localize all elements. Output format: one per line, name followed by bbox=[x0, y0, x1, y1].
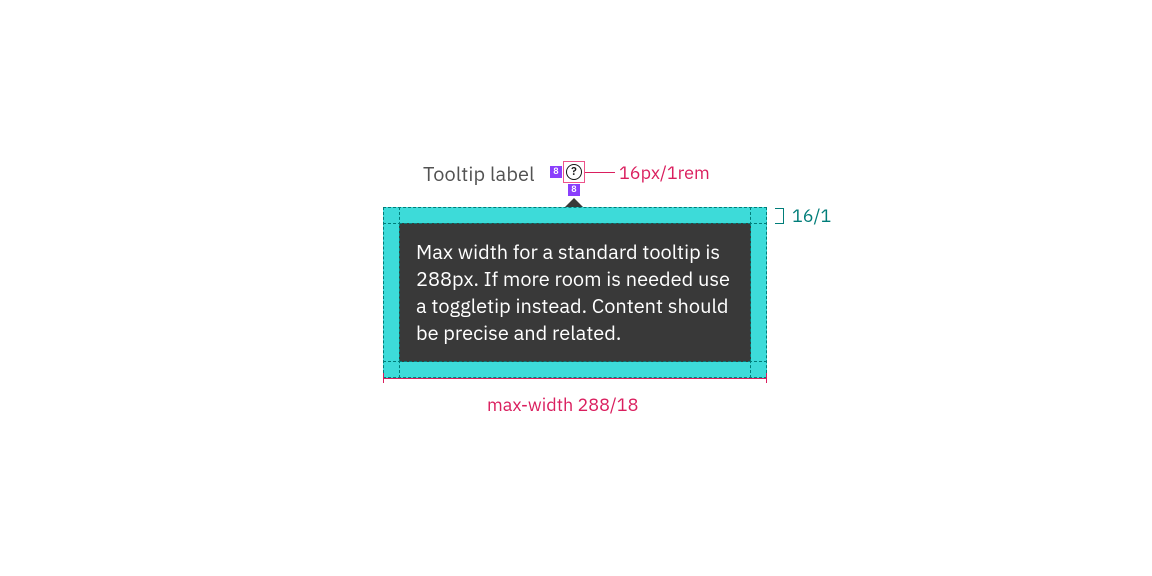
bracket-tick-bottom bbox=[775, 223, 783, 224]
spacing-badge-vertical: 8 bbox=[568, 184, 580, 196]
dimension-line-icon bbox=[585, 172, 615, 173]
tooltip-label-text: Tooltip label bbox=[423, 160, 535, 187]
bracket-vertical bbox=[783, 208, 784, 224]
dimension-max-width: max-width 288/18 bbox=[487, 393, 638, 416]
width-bracket bbox=[383, 378, 767, 379]
icon-size-highlight-box: ? bbox=[563, 161, 585, 183]
dimension-icon-size: 16px/1rem bbox=[619, 161, 710, 184]
tooltip-padding-box: Max width for a standard tooltip is 288p… bbox=[383, 207, 767, 378]
tooltip-body: Max width for a standard tooltip is 288p… bbox=[399, 223, 751, 362]
help-icon[interactable]: ? bbox=[566, 164, 582, 180]
bracket-tick-top bbox=[775, 208, 783, 209]
width-tick-right bbox=[766, 373, 767, 383]
spacing-badge-horizontal: 8 bbox=[550, 166, 562, 178]
dimension-padding-top: 16/1 bbox=[792, 204, 831, 227]
